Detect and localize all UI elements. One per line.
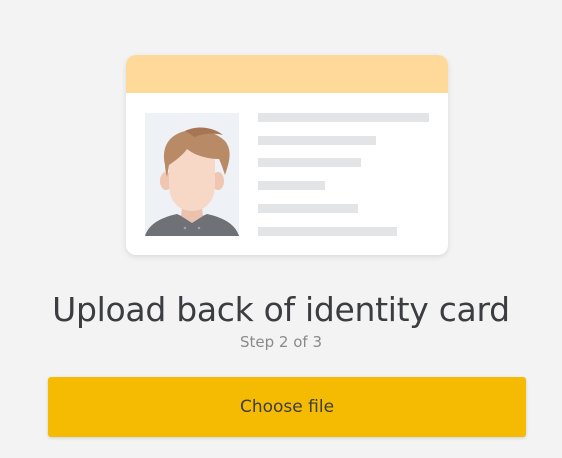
card-header-band xyxy=(126,55,448,93)
person-avatar-icon xyxy=(145,127,239,236)
identity-card-illustration xyxy=(126,55,448,255)
portrait-photo xyxy=(145,113,239,236)
card-text-line xyxy=(258,181,325,190)
card-text-line xyxy=(258,204,358,213)
card-text-line xyxy=(258,136,376,145)
choose-file-button[interactable]: Choose file xyxy=(48,377,526,437)
card-text-line xyxy=(258,113,429,122)
step-indicator: Step 2 of 3 xyxy=(239,333,322,351)
card-text-line xyxy=(258,158,361,167)
upload-id-page: Upload back of identity card Step 2 of 3… xyxy=(0,0,562,458)
page-title: Upload back of identity card xyxy=(52,290,510,329)
card-text-line xyxy=(258,227,397,236)
